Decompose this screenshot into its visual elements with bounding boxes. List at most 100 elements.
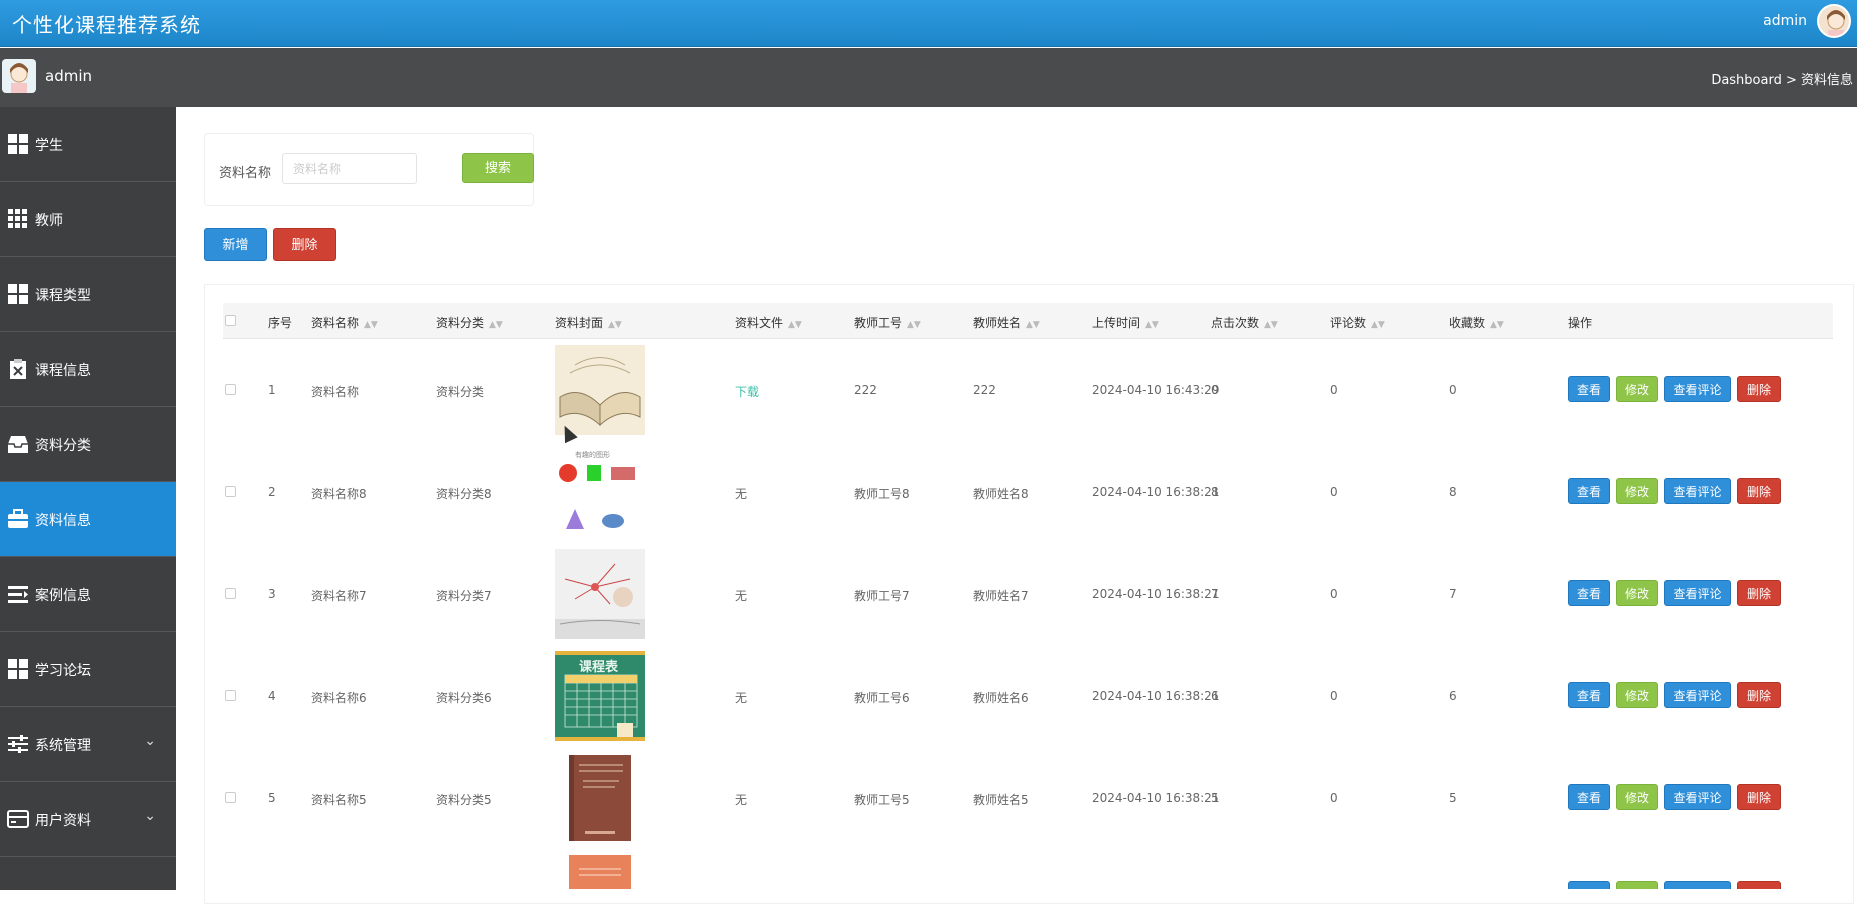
sort-icon[interactable]: ▲▼ — [1026, 320, 1040, 330]
delete-button[interactable]: 删除 — [1737, 478, 1781, 504]
edit-button[interactable]: 修改 — [1616, 376, 1658, 402]
sort-icon[interactable]: ▲▼ — [1371, 320, 1385, 330]
view-comments-button[interactable]: 查看评论 — [1664, 376, 1731, 402]
search-button[interactable]: 搜索 — [462, 153, 534, 183]
delete-button[interactable]: 删除 — [1737, 376, 1781, 402]
sidebar-item-system[interactable]: 系统管理 ⌄ — [0, 707, 176, 782]
batch-delete-button[interactable]: 删除 — [273, 228, 336, 261]
add-button[interactable]: 新增 — [204, 228, 267, 261]
cell-clicks: 5 — [1211, 791, 1219, 805]
cover-caption: 有趣的图形 — [575, 451, 610, 459]
cell-index: 1 — [268, 383, 276, 397]
sort-icon[interactable]: ▲▼ — [608, 320, 622, 330]
cell-file: 无 — [735, 793, 748, 807]
view-button[interactable]: 查看 — [1568, 478, 1610, 504]
view-button[interactable]: 查看 — [1568, 682, 1610, 708]
download-link[interactable]: 下载 — [735, 383, 759, 400]
delete-button[interactable]: 删除 — [1737, 682, 1781, 708]
cell-clicks: 6 — [1211, 689, 1219, 703]
chevron-down-icon: ⌄ — [144, 733, 156, 749]
view-comments-button[interactable]: 查看评论 — [1664, 580, 1731, 606]
main-content: 资料名称 搜索 新增 删除 序号 资料名称 ▲▼ 资料分类 ▲▼ 资料封面 ▲▼ 资料… — [176, 107, 1857, 904]
delete-button[interactable] — [1737, 881, 1781, 889]
cover-image-shapes[interactable]: 有趣的图形 — [555, 447, 645, 537]
cover-image-partial[interactable] — [555, 855, 645, 889]
view-button[interactable]: 查看 — [1568, 580, 1610, 606]
cell-favorites: 6 — [1449, 689, 1457, 703]
sort-icon[interactable]: ▲▼ — [1145, 320, 1159, 330]
apps-icon — [8, 209, 27, 228]
sidebar-item-label: 资料分类 — [35, 438, 91, 454]
sidebar-item-label: 学习论坛 — [35, 663, 91, 679]
edit-button[interactable]: 修改 — [1616, 784, 1658, 810]
search-input[interactable] — [282, 153, 417, 184]
row-checkbox[interactable] — [225, 792, 236, 803]
table-header: 序号 资料名称 ▲▼ 资料分类 ▲▼ 资料封面 ▲▼ 资料文件 ▲▼ 教师工号 ▲▼ 教师… — [223, 303, 1833, 339]
sort-icon[interactable]: ▲▼ — [1264, 320, 1278, 330]
edit-button[interactable]: 修改 — [1616, 682, 1658, 708]
sidebar-item-case-info[interactable]: 案例信息 — [0, 557, 176, 632]
column-header-teacher-id[interactable]: 教师工号 ▲▼ — [854, 314, 921, 331]
sidebar-item-student[interactable]: 学生 — [0, 107, 176, 182]
sidebar-item-forum[interactable]: 学习论坛 — [0, 632, 176, 707]
delete-button[interactable]: 删除 — [1737, 580, 1781, 606]
table-row — [223, 849, 1833, 889]
cover-image-mindmap[interactable] — [555, 549, 645, 639]
sort-icon[interactable]: ▲▼ — [364, 320, 378, 330]
sidebar: 学生 教师 课程类型 课程信息 资料分类 资料信息 案例信息 学习论坛 系统管理… — [0, 107, 176, 890]
row-checkbox[interactable] — [225, 690, 236, 701]
column-header-file[interactable]: 资料文件 ▲▼ — [735, 314, 802, 331]
view-comments-button[interactable]: 查看评论 — [1664, 682, 1731, 708]
view-comments-button[interactable]: 查看评论 — [1664, 784, 1731, 810]
view-button[interactable]: 查看 — [1568, 376, 1610, 402]
sidebar-item-course-info[interactable]: 课程信息 — [0, 332, 176, 407]
sidebar-item-material-info[interactable]: 资料信息 — [0, 482, 176, 557]
header-username[interactable]: admin — [1763, 13, 1807, 29]
cell-index: 2 — [268, 485, 276, 499]
sort-icon[interactable]: ▲▼ — [907, 320, 921, 330]
view-comments-button[interactable]: 查看评论 — [1664, 478, 1731, 504]
column-header-cover[interactable]: 资料封面 ▲▼ — [555, 314, 622, 331]
cell-name: 资料名称5 — [311, 793, 367, 807]
column-header-name[interactable]: 资料名称 ▲▼ — [311, 314, 378, 331]
sidebar-item-material-category[interactable]: 资料分类 — [0, 407, 176, 482]
inbox-icon — [8, 436, 28, 453]
sliders-icon — [8, 735, 28, 753]
breadcrumb[interactable]: Dashboard > 资料信息 — [1711, 69, 1853, 88]
cell-upload-time: 2024-04-10 16:38:21 — [1092, 587, 1220, 601]
column-header-upload-time[interactable]: 上传时间 ▲▼ — [1092, 314, 1159, 331]
edit-button[interactable] — [1616, 881, 1658, 889]
cell-teacher-id: 222 — [854, 383, 877, 397]
row-checkbox[interactable] — [225, 588, 236, 599]
sort-icon[interactable]: ▲▼ — [788, 320, 802, 330]
select-all-checkbox[interactable] — [225, 315, 236, 326]
cover-image-brown-book[interactable] — [555, 753, 645, 843]
view-button[interactable] — [1568, 881, 1610, 889]
column-header-category[interactable]: 资料分类 ▲▼ — [436, 314, 503, 331]
column-header-clicks[interactable]: 点击次数 ▲▼ — [1211, 314, 1278, 331]
column-header-favorites[interactable]: 收藏数 ▲▼ — [1449, 314, 1504, 331]
edit-button[interactable]: 修改 — [1616, 580, 1658, 606]
column-header-label: 资料名称 — [311, 316, 360, 330]
cover-image-open-book[interactable] — [555, 345, 645, 435]
edit-button[interactable]: 修改 — [1616, 478, 1658, 504]
sidebar-item-course-type[interactable]: 课程类型 — [0, 257, 176, 332]
row-checkbox[interactable] — [225, 486, 236, 497]
view-button[interactable]: 查看 — [1568, 784, 1610, 810]
cell-upload-time: 2024-04-10 16:38:21 — [1092, 791, 1220, 805]
view-comments-button[interactable] — [1664, 881, 1731, 889]
cell-category: 资料分类 — [436, 385, 485, 399]
sidebar-item-teacher[interactable]: 教师 — [0, 182, 176, 257]
cell-category: 资料分类6 — [436, 691, 492, 705]
column-header-comments[interactable]: 评论数 ▲▼ — [1330, 314, 1385, 331]
header-avatar[interactable] — [1817, 4, 1851, 38]
grid-icon — [8, 284, 28, 304]
row-checkbox[interactable] — [225, 384, 236, 395]
sidebar-item-label: 课程信息 — [35, 363, 91, 379]
delete-button[interactable]: 删除 — [1737, 784, 1781, 810]
cover-image-timetable[interactable]: 课程表 — [555, 651, 645, 741]
column-header-teacher-name[interactable]: 教师姓名 ▲▼ — [973, 314, 1040, 331]
sidebar-item-user-profile[interactable]: 用户资料 ⌄ — [0, 782, 176, 857]
sort-icon[interactable]: ▲▼ — [489, 320, 503, 330]
sort-icon[interactable]: ▲▼ — [1490, 320, 1504, 330]
